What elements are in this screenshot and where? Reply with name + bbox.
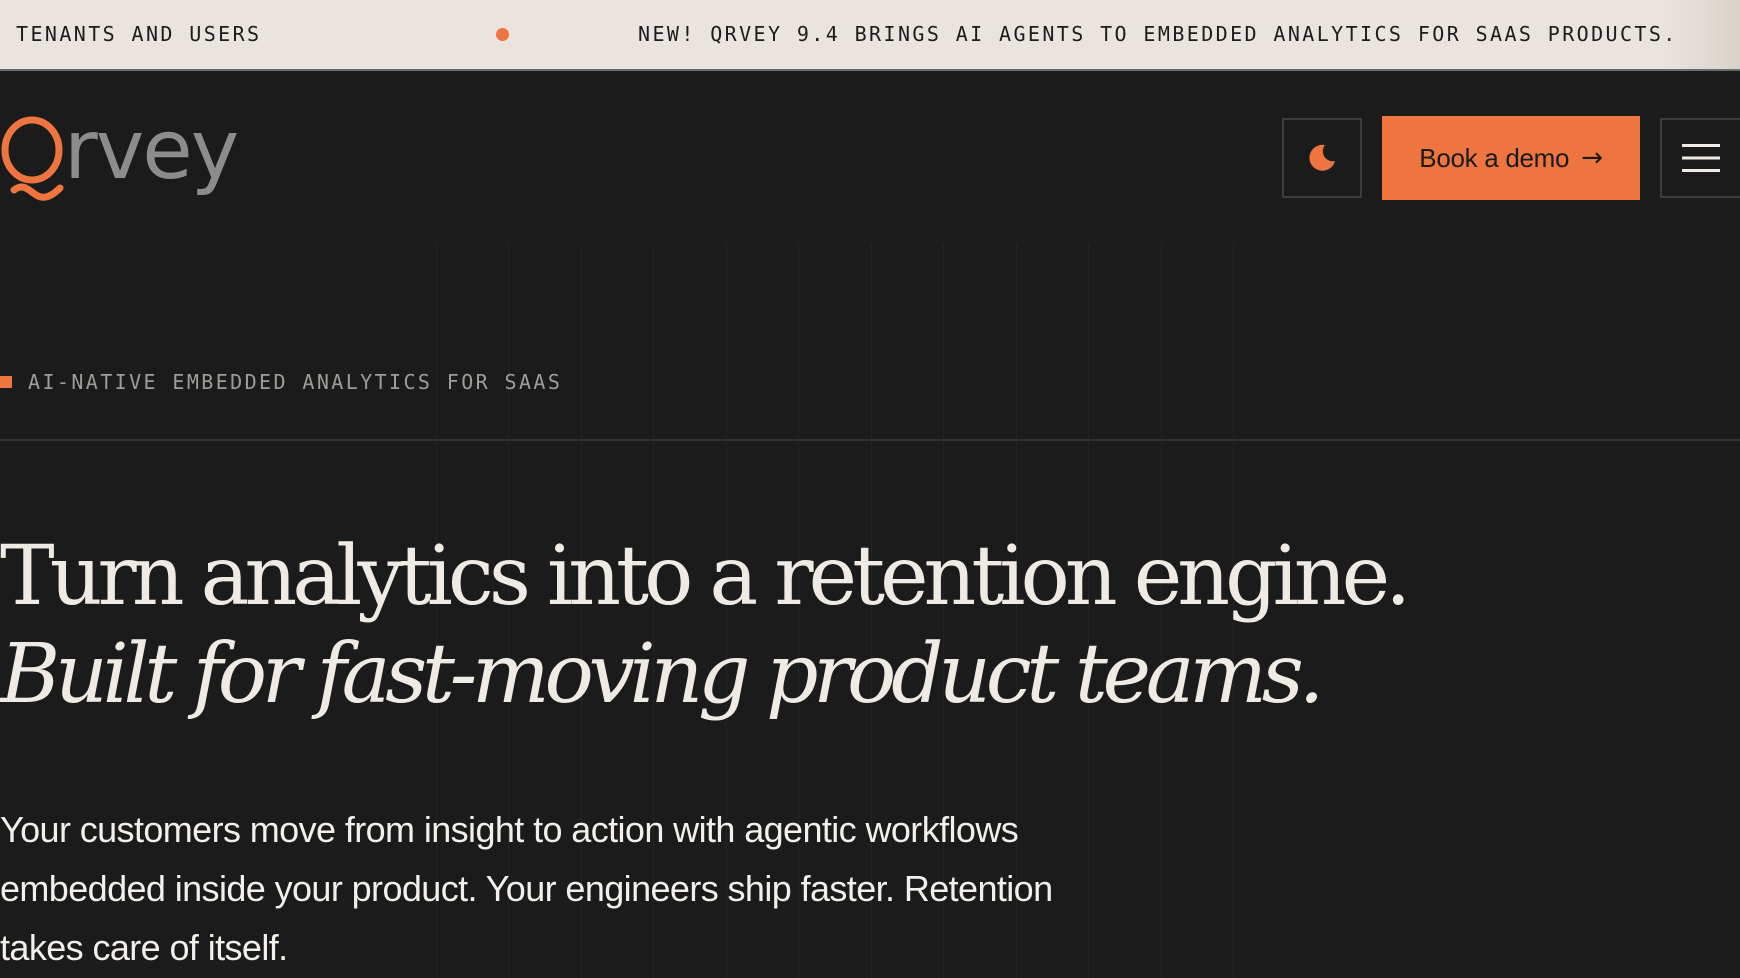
- hero-subcopy: Your customers move from insight to acti…: [0, 809, 1053, 968]
- hero-headline-line-1: Turn analytics into a retention engine.: [0, 529, 1411, 624]
- qrvey-logo-wordmark: rvey: [64, 103, 239, 198]
- qrvey-logo-q-icon: [1, 116, 64, 201]
- hero-divider: [0, 439, 1740, 441]
- hamburger-menu-icon: [1682, 144, 1720, 172]
- hero-eyebrow: AI-NATIVE EMBEDDED ANALYTICS FOR SAAS: [0, 370, 562, 394]
- book-demo-button[interactable]: Book a demo →: [1382, 116, 1640, 200]
- arrow-right-icon: →: [1581, 143, 1603, 173]
- ticker-fade: [1660, 0, 1740, 69]
- hero-headline: Turn analytics into a retention engine. …: [0, 528, 1411, 724]
- ticker-announcement[interactable]: NEW! QRVEY 9.4 BRINGS AI AGENTS TO EMBED…: [638, 22, 1678, 46]
- eyebrow-square-icon: [0, 376, 12, 388]
- hero-headline-line-2: Built for fast-moving product teams.: [0, 627, 1325, 722]
- eyebrow-text: AI-NATIVE EMBEDDED ANALYTICS FOR SAAS: [28, 370, 563, 394]
- qrvey-logo[interactable]: rvey: [0, 103, 239, 202]
- book-demo-label: Book a demo: [1419, 142, 1570, 173]
- ticker-left-label: TENANTS AND USERS: [16, 22, 262, 46]
- moon-icon: [1309, 144, 1335, 171]
- theme-toggle-button[interactable]: [1282, 118, 1362, 198]
- ticker-separator-dot-icon: [496, 28, 509, 41]
- menu-button[interactable]: [1660, 118, 1740, 198]
- announcement-ticker[interactable]: TENANTS AND USERS NEW! QRVEY 9.4 BRINGS …: [0, 0, 1740, 71]
